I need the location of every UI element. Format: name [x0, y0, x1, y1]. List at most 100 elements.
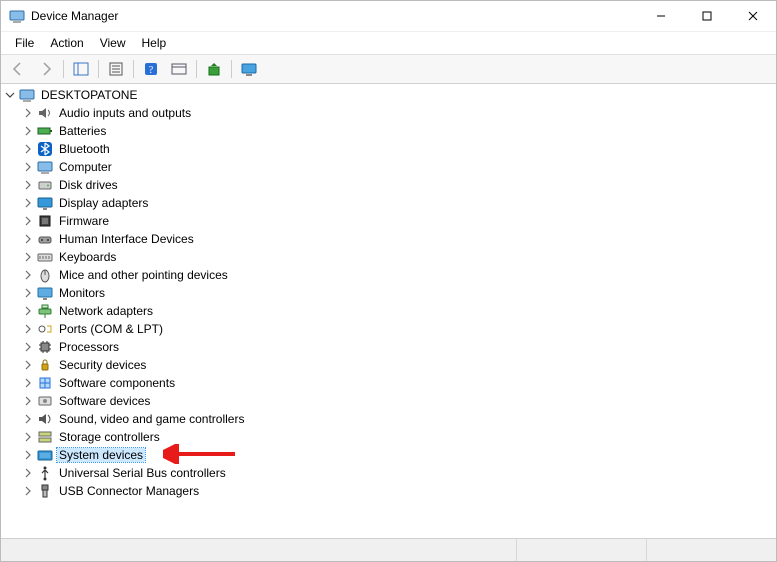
- tree-item[interactable]: Computer: [21, 158, 776, 176]
- tree-item[interactable]: Display adapters: [21, 194, 776, 212]
- sound-icon: [37, 411, 53, 427]
- tree-item[interactable]: System devices: [21, 446, 776, 464]
- statusbar: [1, 538, 776, 561]
- app-icon: [9, 8, 25, 24]
- update-driver-button[interactable]: [201, 57, 227, 81]
- expand-icon[interactable]: [21, 466, 35, 480]
- expand-icon[interactable]: [21, 250, 35, 264]
- menubar: File Action View Help: [1, 32, 776, 55]
- tree-item[interactable]: Software components: [21, 374, 776, 392]
- expand-icon[interactable]: [21, 286, 35, 300]
- tree-item[interactable]: Monitors: [21, 284, 776, 302]
- tree-item-label: Ports (COM & LPT): [57, 322, 165, 336]
- keyboard-icon: [37, 249, 53, 265]
- tree-root-node[interactable]: DESKTOPATONE: [3, 86, 776, 104]
- tree-item-label: Sound, video and game controllers: [57, 412, 246, 426]
- expand-icon[interactable]: [21, 196, 35, 210]
- collapse-icon[interactable]: [3, 88, 17, 102]
- back-button[interactable]: [5, 57, 31, 81]
- expand-icon[interactable]: [21, 268, 35, 282]
- computer-icon: [19, 87, 35, 103]
- expand-icon[interactable]: [21, 106, 35, 120]
- expand-icon[interactable]: [21, 124, 35, 138]
- titlebar: Device Manager: [1, 1, 776, 32]
- cpu-icon: [37, 339, 53, 355]
- forward-button[interactable]: [33, 57, 59, 81]
- help-button[interactable]: [138, 57, 164, 81]
- tree-item[interactable]: Disk drives: [21, 176, 776, 194]
- scan-hardware-button[interactable]: [236, 57, 262, 81]
- tree-item-label: Bluetooth: [57, 142, 112, 156]
- tree-item[interactable]: Processors: [21, 338, 776, 356]
- expand-icon[interactable]: [21, 178, 35, 192]
- minimize-button[interactable]: [638, 1, 684, 31]
- expand-icon[interactable]: [21, 142, 35, 156]
- tree-item[interactable]: Firmware: [21, 212, 776, 230]
- expand-icon[interactable]: [21, 448, 35, 462]
- tree-item[interactable]: Human Interface Devices: [21, 230, 776, 248]
- bluetooth-icon: [37, 141, 53, 157]
- expand-icon[interactable]: [21, 376, 35, 390]
- expand-icon[interactable]: [21, 484, 35, 498]
- tree-item-label: Software devices: [57, 394, 152, 408]
- tree-item-label: Processors: [57, 340, 121, 354]
- expand-icon[interactable]: [21, 304, 35, 318]
- usb-icon: [37, 465, 53, 481]
- tree-item-label: Computer: [57, 160, 114, 174]
- disk-icon: [37, 177, 53, 193]
- tree-item[interactable]: Storage controllers: [21, 428, 776, 446]
- device-tree[interactable]: DESKTOPATONE Audio inputs and outputsBat…: [1, 84, 776, 538]
- tree-item[interactable]: Audio inputs and outputs: [21, 104, 776, 122]
- menu-help[interactable]: Help: [134, 34, 175, 52]
- tree-item-label: Software components: [57, 376, 177, 390]
- close-button[interactable]: [730, 1, 776, 31]
- window-title: Device Manager: [31, 9, 118, 23]
- properties-button[interactable]: [103, 57, 129, 81]
- tree-item-label: Keyboards: [57, 250, 118, 264]
- tree-item-label: Display adapters: [57, 196, 150, 210]
- mouse-icon: [37, 267, 53, 283]
- speaker-icon: [37, 105, 53, 121]
- tree-item[interactable]: Mice and other pointing devices: [21, 266, 776, 284]
- tree-item[interactable]: Network adapters: [21, 302, 776, 320]
- tree-item-label: Monitors: [57, 286, 107, 300]
- tree-item-label: Storage controllers: [57, 430, 162, 444]
- tree-item-label: Mice and other pointing devices: [57, 268, 230, 282]
- tree-item[interactable]: Software devices: [21, 392, 776, 410]
- expand-icon[interactable]: [21, 322, 35, 336]
- menu-file[interactable]: File: [7, 34, 42, 52]
- tree-item-label: Human Interface Devices: [57, 232, 196, 246]
- tree-item[interactable]: Keyboards: [21, 248, 776, 266]
- expand-icon[interactable]: [21, 340, 35, 354]
- tree-item[interactable]: Batteries: [21, 122, 776, 140]
- battery-icon: [37, 123, 53, 139]
- tree-item[interactable]: Security devices: [21, 356, 776, 374]
- tree-item[interactable]: USB Connector Managers: [21, 482, 776, 500]
- toolbar: [1, 55, 776, 84]
- menu-action[interactable]: Action: [42, 34, 91, 52]
- maximize-button[interactable]: [684, 1, 730, 31]
- expand-icon[interactable]: [21, 358, 35, 372]
- device-manager-window: Device Manager File Action View Help: [0, 0, 777, 562]
- expand-icon[interactable]: [21, 160, 35, 174]
- tree-item[interactable]: Bluetooth: [21, 140, 776, 158]
- tree-item[interactable]: Universal Serial Bus controllers: [21, 464, 776, 482]
- tree-item-label: Security devices: [57, 358, 148, 372]
- expand-icon[interactable]: [21, 394, 35, 408]
- expand-icon[interactable]: [21, 412, 35, 426]
- system-icon: [37, 447, 53, 463]
- computer-icon: [37, 159, 53, 175]
- tree-item[interactable]: Ports (COM & LPT): [21, 320, 776, 338]
- display-icon: [37, 195, 53, 211]
- window-view-button[interactable]: [166, 57, 192, 81]
- toggle-console-tree-button[interactable]: [68, 57, 94, 81]
- security-icon: [37, 357, 53, 373]
- tree-item[interactable]: Sound, video and game controllers: [21, 410, 776, 428]
- menu-view[interactable]: View: [92, 34, 134, 52]
- expand-icon[interactable]: [21, 214, 35, 228]
- software-component-icon: [37, 375, 53, 391]
- storage-icon: [37, 429, 53, 445]
- expand-icon[interactable]: [21, 430, 35, 444]
- expand-icon[interactable]: [21, 232, 35, 246]
- tree-item-label: Network adapters: [57, 304, 155, 318]
